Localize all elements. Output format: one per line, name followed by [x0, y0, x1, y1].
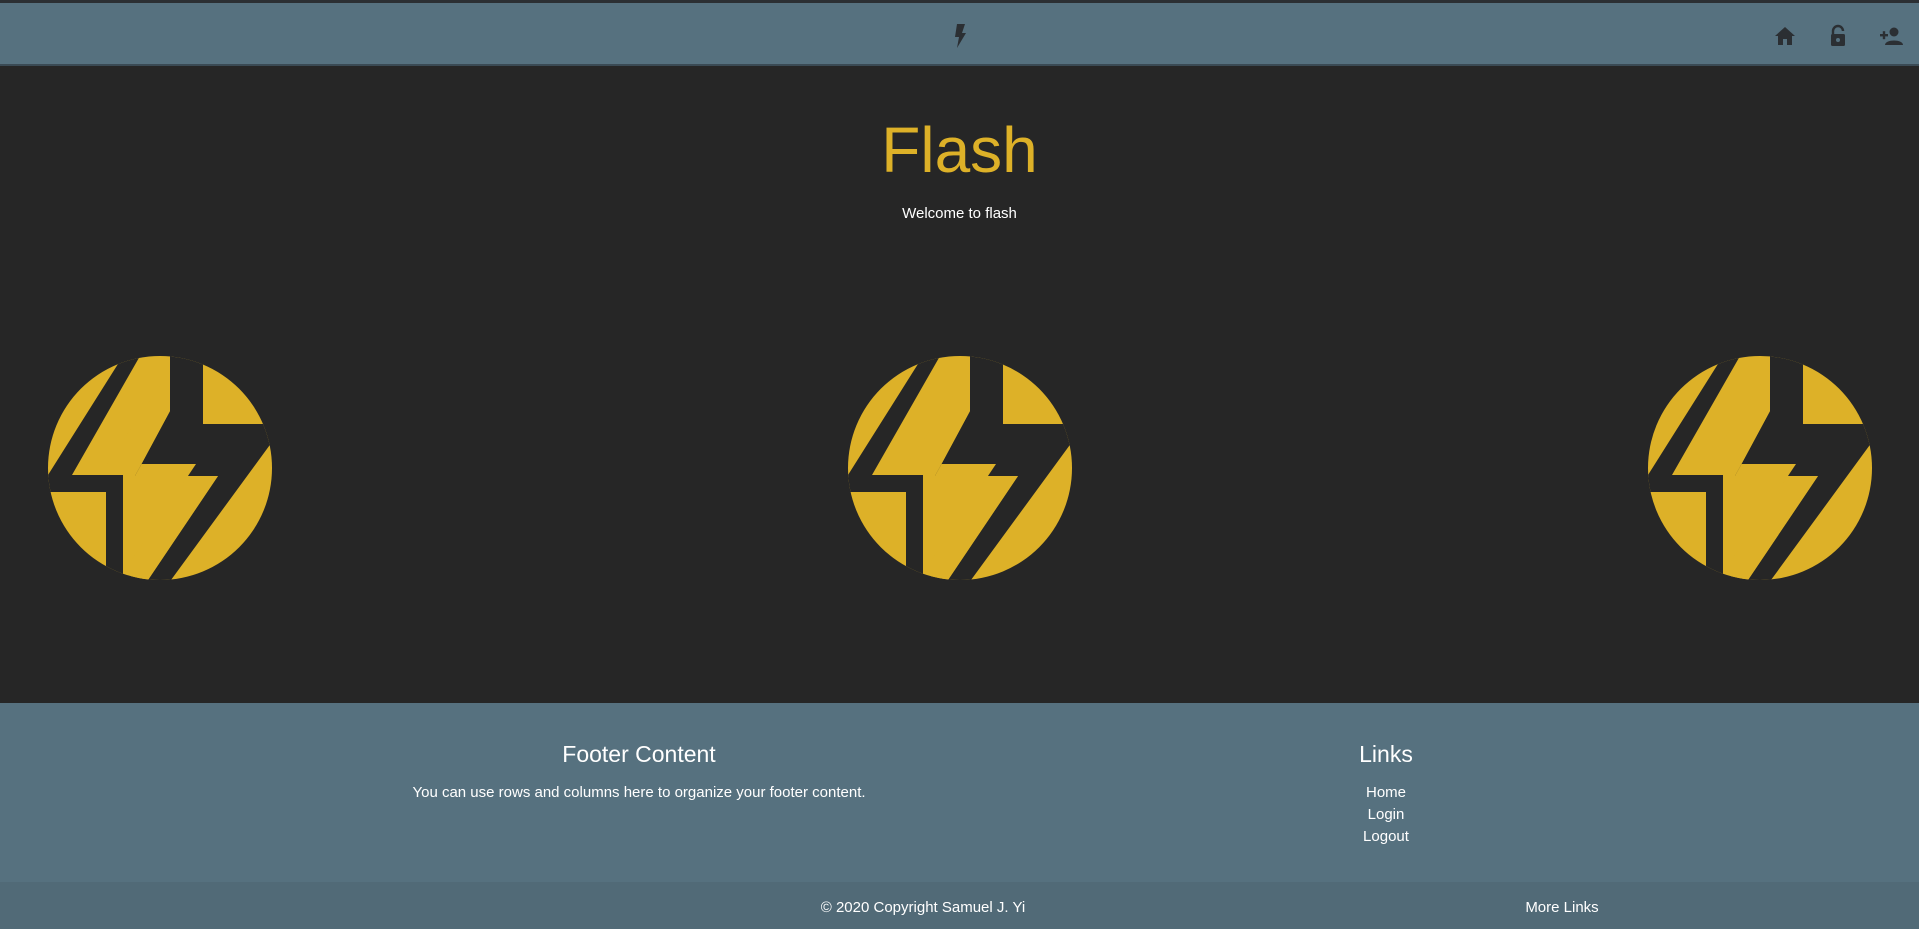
footer-links-list: Home Login Logout: [1286, 783, 1486, 849]
footer-links-heading: Links: [1359, 741, 1413, 767]
home-icon[interactable]: [1772, 23, 1798, 49]
welcome-text: Welcome to flash: [902, 205, 1017, 222]
more-links-link[interactable]: More Links: [1500, 898, 1624, 918]
flash-logo-icon: [848, 356, 1072, 580]
navbar: [0, 3, 1919, 66]
footer-link-home[interactable]: Home: [1286, 783, 1486, 805]
footer-content-text: You can use rows and columns here to org…: [412, 784, 866, 801]
footer: Footer Content You can use rows and colu…: [0, 703, 1919, 882]
copyright-text: © 2020 Copyright Samuel J. Yi: [820, 899, 1026, 916]
page-title: Flash: [881, 114, 1038, 186]
hero-section: Flash Welcome to flash: [0, 66, 1919, 703]
footer-content-heading: Footer Content: [562, 741, 716, 767]
person-add-icon[interactable]: [1879, 23, 1905, 49]
footer-link-login[interactable]: Login: [1286, 805, 1486, 827]
footer-link-logout[interactable]: Logout: [1286, 827, 1486, 849]
flash-logo-icon: [48, 356, 272, 580]
lock-open-icon[interactable]: [1825, 23, 1851, 49]
flash-logo-icon: [1648, 356, 1872, 580]
flash-bolt-icon[interactable]: [949, 23, 971, 49]
copyright-bar: © 2020 Copyright Samuel J. Yi More Links: [0, 882, 1919, 929]
